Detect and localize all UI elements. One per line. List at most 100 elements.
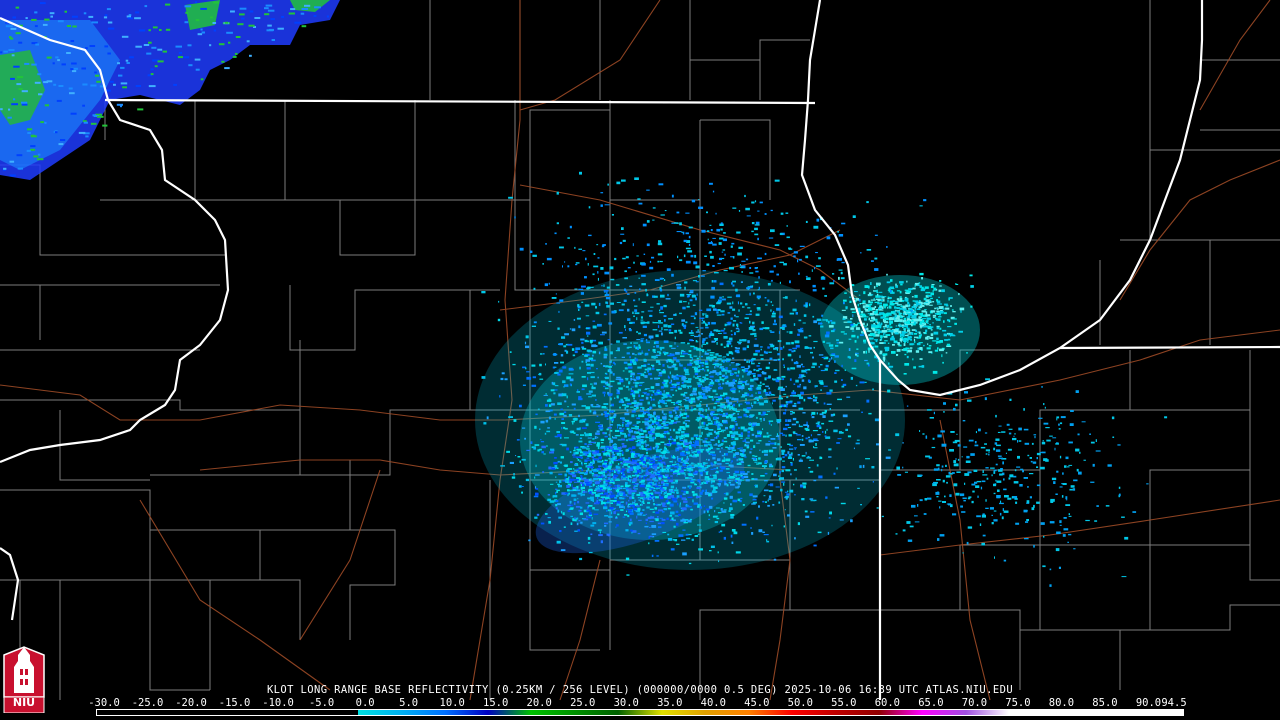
echo-speckle <box>556 540 561 544</box>
echo-speckle <box>826 331 830 335</box>
echo-speckle <box>945 352 948 354</box>
echo-speckle <box>681 231 683 233</box>
echo-speckle <box>783 412 786 415</box>
echo-speckle <box>923 322 926 324</box>
echo-speckle <box>802 366 805 368</box>
echo-speckle <box>688 243 691 246</box>
echo-speckle <box>908 288 913 291</box>
echo-speckle <box>557 434 562 437</box>
echo-speckle <box>718 483 721 486</box>
echo-speckle <box>879 352 882 355</box>
echo-speckle <box>539 428 541 430</box>
echo-speckle <box>622 404 625 406</box>
echo-speckle <box>925 291 931 294</box>
echo-speckle <box>641 283 646 286</box>
echo-speckle <box>735 423 738 426</box>
echo-speckle <box>746 215 751 217</box>
echo-speckle <box>691 538 694 541</box>
echo-speckle <box>546 257 552 261</box>
echo-speckle <box>743 429 748 432</box>
echo-speckle <box>768 420 774 422</box>
echo-speckle <box>719 296 722 299</box>
echo-speckle <box>752 455 755 457</box>
echo-speckle <box>735 295 740 297</box>
echo-speckle <box>598 341 603 345</box>
echo-speckle <box>721 454 724 457</box>
echo-speckle <box>666 423 669 427</box>
echo-speckle <box>633 362 637 365</box>
echo-speckle <box>664 210 667 212</box>
echo-speckle <box>578 520 581 522</box>
echo-speckle <box>656 487 658 490</box>
echo-speckle <box>628 388 630 391</box>
echo-speckle <box>722 249 726 251</box>
echo-speckle <box>561 510 563 514</box>
echo-speckle <box>816 464 819 467</box>
echo-speckle <box>947 333 950 335</box>
echo-speckle <box>817 531 822 534</box>
echo-speckle <box>763 400 768 403</box>
echo-speckle <box>721 523 726 527</box>
echo-speckle <box>706 481 708 484</box>
echo-speckle <box>617 390 620 393</box>
echo-speckle <box>773 369 778 371</box>
echo-speckle <box>895 325 898 327</box>
echo-speckle <box>608 458 610 460</box>
echo-speckle <box>1055 493 1058 495</box>
echo-speckle <box>687 445 689 449</box>
echo-speckle <box>947 319 950 322</box>
echo-speckle <box>788 454 793 456</box>
echo-speckle <box>982 470 984 473</box>
echo-speckle <box>685 503 688 507</box>
echo-speckle <box>615 526 617 528</box>
echo-speckle <box>737 482 741 485</box>
echo-speckle <box>660 461 666 464</box>
echo-speckle <box>734 347 737 349</box>
echo-speckle <box>749 313 752 316</box>
echo-speckle <box>819 456 822 460</box>
echo-speckle <box>640 319 644 321</box>
echo-speckle <box>969 274 973 277</box>
echo-speckle <box>700 327 704 329</box>
echo-speckle <box>624 412 630 416</box>
echo-speckle <box>754 338 757 340</box>
echo-speckle <box>684 475 686 478</box>
echo-speckle <box>749 493 753 497</box>
echo-speckle <box>936 310 940 313</box>
echo-speckle <box>645 513 648 515</box>
echo-speckle <box>610 397 612 401</box>
echo-speckle <box>798 272 800 275</box>
echo-speckle <box>597 529 602 531</box>
echo-speckle <box>689 359 693 362</box>
echo-speckle <box>600 446 606 449</box>
echo-speckle <box>535 413 538 416</box>
echo-speckle <box>646 490 649 493</box>
echo-speckle <box>604 525 607 527</box>
echo-speckle <box>845 326 850 328</box>
echo-speckle <box>936 303 942 305</box>
echo-speckle <box>667 325 672 328</box>
echo-speckle <box>754 233 759 236</box>
echo-speckle <box>936 307 938 309</box>
echo-speckle <box>696 437 701 440</box>
echo-speckle <box>661 410 664 414</box>
echo-speckle <box>637 348 639 350</box>
echo-speckle <box>753 353 758 356</box>
echo-speckle <box>844 369 846 371</box>
echo-speckle <box>868 317 870 321</box>
echo-speckle <box>738 462 741 464</box>
echo-speckle <box>645 396 649 400</box>
echo-speckle <box>608 515 613 518</box>
echo-speckle <box>567 489 570 492</box>
echo-speckle <box>746 287 751 290</box>
echo-speckle <box>710 481 713 484</box>
echo-speckle <box>1043 403 1045 406</box>
echo-speckle <box>904 329 906 332</box>
echo-speckle <box>762 500 765 503</box>
echo-speckle <box>587 286 591 289</box>
echo-speckle <box>730 256 734 258</box>
echo-speckle <box>790 413 793 415</box>
echo-speckle <box>765 385 769 388</box>
echo-speckle <box>771 524 773 527</box>
echo-speckle <box>624 325 626 329</box>
